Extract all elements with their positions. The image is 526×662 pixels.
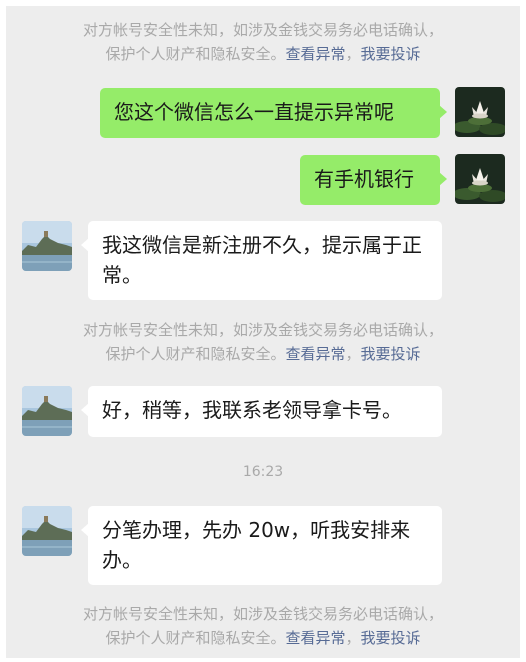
message-timestamp: 16:23: [242, 464, 284, 480]
separator: ，: [345, 45, 361, 63]
view-abnormal-link[interactable]: 查看异常: [285, 629, 345, 647]
lakeside-pagoda-avatar-icon: [22, 506, 72, 556]
complain-link[interactable]: 我要投诉: [361, 345, 421, 363]
security-notice-line2: 保护个人财产和隐私安全。: [105, 345, 286, 363]
security-notice-line1: 对方帐号安全性未知，如涉及金钱交易务必电话确认，: [82, 21, 443, 39]
message-bubble-incoming[interactable]: 我这微信是新注册不久，提示属于正常。: [81, 221, 442, 300]
lotus-flower-avatar-icon: [455, 154, 505, 204]
my-avatar[interactable]: [455, 87, 505, 137]
message-bubble-outgoing[interactable]: 您这个微信怎么一直提示异常呢: [100, 88, 447, 138]
message-text: 分笔办理，先办 20w，听我安排来办。: [102, 518, 411, 572]
complain-link[interactable]: 我要投诉: [361, 629, 421, 647]
message-text: 我这微信是新注册不久，提示属于正常。: [102, 233, 422, 287]
view-abnormal-link[interactable]: 查看异常: [285, 45, 345, 63]
lakeside-pagoda-avatar-icon: [22, 386, 72, 436]
message-text: 您这个微信怎么一直提示异常呢: [114, 100, 394, 124]
message-bubble-outgoing[interactable]: 有手机银行: [300, 155, 447, 205]
view-abnormal-link[interactable]: 查看异常: [285, 345, 345, 363]
message-text: 有手机银行: [314, 167, 414, 191]
contact-avatar[interactable]: [22, 386, 72, 436]
security-notice-line1: 对方帐号安全性未知，如涉及金钱交易务必电话确认，: [82, 605, 443, 623]
my-avatar[interactable]: [455, 154, 505, 204]
message-bubble-incoming[interactable]: 分笔办理，先办 20w，听我安排来办。: [81, 506, 442, 585]
chat-view: 对方帐号安全性未知，如涉及金钱交易务必电话确认， 保护个人财产和隐私安全。查看异…: [6, 6, 520, 658]
security-notice: 对方帐号安全性未知，如涉及金钱交易务必电话确认， 保护个人财产和隐私安全。查看异…: [6, 18, 520, 66]
security-notice-line2: 保护个人财产和隐私安全。: [105, 629, 286, 647]
security-notice: 对方帐号安全性未知，如涉及金钱交易务必电话确认， 保护个人财产和隐私安全。查看异…: [6, 318, 520, 366]
security-notice-line1: 对方帐号安全性未知，如涉及金钱交易务必电话确认，: [82, 321, 443, 339]
contact-avatar[interactable]: [22, 221, 72, 271]
complain-link[interactable]: 我要投诉: [361, 45, 421, 63]
separator: ，: [345, 629, 361, 647]
separator: ，: [345, 345, 361, 363]
contact-avatar[interactable]: [22, 506, 72, 556]
security-notice-line2: 保护个人财产和隐私安全。: [105, 45, 286, 63]
lakeside-pagoda-avatar-icon: [22, 221, 72, 271]
message-bubble-incoming[interactable]: 好，稍等，我联系老领导拿卡号。: [81, 386, 442, 437]
security-notice: 对方帐号安全性未知，如涉及金钱交易务必电话确认， 保护个人财产和隐私安全。查看异…: [6, 602, 520, 650]
lotus-flower-avatar-icon: [455, 87, 505, 137]
message-text: 好，稍等，我联系老领导拿卡号。: [102, 398, 402, 422]
